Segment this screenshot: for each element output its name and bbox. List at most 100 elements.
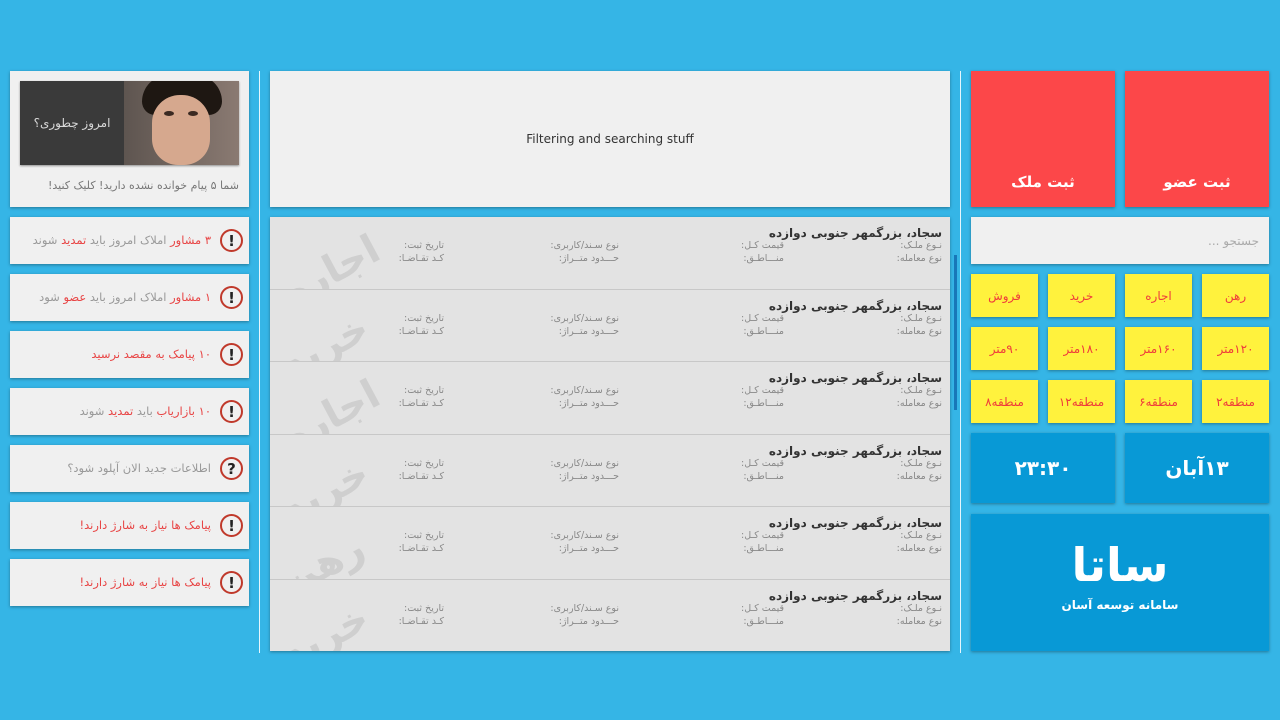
field-label-doc-type: نوع سـند/کاربری: [550,312,619,324]
field-label-regions: منـــاطـق: [743,543,784,554]
result-row[interactable]: اجاره سجاد، بزرگمهر جنوبی دوازده نـوع ملـک… [270,362,950,435]
register-property-button[interactable]: ثبت ملک [971,71,1115,207]
deal-type-chip[interactable]: رهن [1202,274,1269,317]
deal-type-watermark: خرید [274,449,377,507]
notification-text: پیامک ها نیاز به شارژ دارند! [79,575,211,589]
question-icon: ? [220,457,243,480]
result-title: سجاد، بزرگمهر جنوبی دوازده [768,588,942,603]
field-label-reg-date: تاریخ ثبت: [404,385,444,396]
notification-text: پیامک ها نیاز به شارژ دارند! [79,518,211,532]
notification-item[interactable]: ? اطلاعات جدید الان آپلود شود؟ [10,445,249,492]
deal-type-watermark: رهن [274,524,373,580]
field-label-total-price: قیمت کـل: [741,457,784,469]
result-row[interactable]: خرید سجاد، بزرگمهر جنوبی دوازده نـوع ملـک:… [270,290,950,362]
notification-item[interactable]: ! ۱۰ پیامک به مقصد نرسید [10,331,249,378]
field-label-area-range: حـــدود متــراژ: [558,543,619,554]
field-label-deal-type: نوع معامله: [896,615,942,627]
region-chip[interactable]: منطقه۲ [1202,380,1269,423]
deal-type-watermark: خرید [274,304,377,362]
field-label-doc-type: نوع سـند/کاربری: [550,602,619,614]
field-label-property-type: نـوع ملـک: [900,457,942,469]
result-title: سجاد، بزرگمهر جنوبی دوازده [768,371,942,385]
field-label-deal-type: نوع معامله: [896,253,942,264]
notification-text: ۱ مشاور املاک امروز باید عضو شود [39,290,211,304]
greeting-text: امروز چطوری؟ [20,81,124,165]
field-label-property-type: نـوع ملـک: [900,312,942,324]
date-tile: ۱۳آبان [1125,433,1269,503]
field-label-area-range: حـــدود متــراژ: [558,398,619,409]
notification-item[interactable]: ! ۱ مشاور املاک امروز باید عضو شود [10,274,249,321]
region-chip[interactable]: منطقه۸ [971,380,1038,423]
result-title: سجاد، بزرگمهر جنوبی دوازده [768,226,942,240]
result-title: سجاد، بزرگمهر جنوبی دوازده [768,298,942,313]
field-label-request-code: کـد تقـاضـا: [398,398,444,409]
field-label-request-code: کـد تقـاضـا: [398,325,444,337]
register-member-label: ثبت عضو [1163,173,1231,191]
result-title: سجاد، بزرگمهر جنوبی دوازده [768,516,942,530]
notification-text: ۱۰ بازاریاب باید تمدید شوند [79,404,211,418]
field-label-area-range: حـــدود متــراژ: [558,470,619,482]
field-label-property-type: نـوع ملـک: [900,240,942,251]
field-label-request-code: کـد تقـاضـا: [398,615,444,627]
profile-header: امروز چطوری؟ [20,81,239,165]
field-label-property-type: نـوع ملـک: [900,602,942,614]
divider [259,71,260,653]
field-label-doc-type: نوع سـند/کاربری: [550,457,619,469]
field-label-request-code: کـد تقـاضـا: [398,253,444,264]
alert-icon: ! [220,400,243,423]
divider [960,71,961,653]
field-label-total-price: قیمت کـل: [741,240,784,251]
field-label-doc-type: نوع سـند/کاربری: [550,240,619,251]
area-chip[interactable]: ۱۲۰متر [1202,327,1269,370]
notification-item[interactable]: ! ۱۰ بازاریاب باید تمدید شوند [10,388,249,435]
notification-item[interactable]: ! پیامک ها نیاز به شارژ دارند! [10,559,249,606]
field-label-property-type: نـوع ملـک: [900,385,942,396]
results-scrollbar[interactable] [954,255,957,410]
deal-type-chip[interactable]: اجاره [1125,274,1192,317]
deal-type-watermark: اجاره [274,226,388,290]
field-label-deal-type: نوع معامله: [896,325,942,337]
field-label-reg-date: تاریخ ثبت: [404,457,444,469]
field-label-total-price: قیمت کـل: [741,312,784,324]
result-row[interactable]: اجاره سجاد، بزرگمهر جنوبی دوازده نـوع ملـک… [270,217,950,290]
brand-tile: ساتا سامانه توسعه آسان [971,514,1269,651]
alert-icon: ! [220,343,243,366]
register-member-button[interactable]: ثبت عضو [1125,71,1269,207]
notification-item[interactable]: ! پیامک ها نیاز به شارژ دارند! [10,502,249,549]
result-row[interactable]: رهن سجاد، بزرگمهر جنوبی دوازده نـوع ملـک: ن… [270,507,950,580]
brand-logo: ساتا [1071,538,1169,592]
area-chip[interactable]: ۱۸۰متر [1048,327,1115,370]
deal-type-chip[interactable]: فروش [971,274,1038,317]
filter-panel-text: Filtering and searching stuff [526,132,694,146]
field-label-reg-date: تاریخ ثبت: [404,240,444,251]
field-label-regions: منـــاطـق: [743,325,784,337]
field-label-reg-date: تاریخ ثبت: [404,312,444,324]
search-input[interactable] [971,217,1269,264]
deal-type-watermark: خرید [274,594,377,651]
region-chip[interactable]: منطقه۶ [1125,380,1192,423]
deal-type-chip[interactable]: خرید [1048,274,1115,317]
avatar[interactable] [124,81,239,165]
unread-messages-link[interactable]: شما ۵ پیام خوانده نشده دارید! کلیک کنید! [48,179,239,192]
field-label-request-code: کـد تقـاضـا: [398,543,444,554]
deal-type-watermark: اجاره [274,371,388,435]
area-chip[interactable]: ۱۶۰متر [1125,327,1192,370]
profile-card[interactable]: امروز چطوری؟ شما ۵ پیام خوانده نشده داری… [10,71,249,207]
result-row[interactable]: خرید سجاد، بزرگمهر جنوبی دوازده نـوع ملـک:… [270,580,950,652]
result-title: سجاد، بزرگمهر جنوبی دوازده [768,443,942,458]
field-label-reg-date: تاریخ ثبت: [404,530,444,541]
result-row[interactable]: خرید سجاد، بزرگمهر جنوبی دوازده نـوع ملـک:… [270,435,950,507]
field-label-request-code: کـد تقـاضـا: [398,470,444,482]
region-chip[interactable]: منطقه۱۲ [1048,380,1115,423]
filter-panel[interactable]: Filtering and searching stuff [270,71,950,207]
area-chip[interactable]: ۹۰متر [971,327,1038,370]
register-property-label: ثبت ملک [1011,173,1075,191]
alert-icon: ! [220,286,243,309]
field-label-area-range: حـــدود متــراژ: [558,325,619,337]
field-label-deal-type: نوع معامله: [896,470,942,482]
brand-tagline: سامانه توسعه آسان [1061,598,1179,612]
date-value: ۱۳آبان [1165,456,1229,480]
notification-item[interactable]: ! ۳ مشاور املاک امروز باید تمدید شوند [10,217,249,264]
field-label-regions: منـــاطـق: [743,253,784,264]
results-list[interactable]: اجاره سجاد، بزرگمهر جنوبی دوازده نـوع ملـک… [270,217,950,651]
